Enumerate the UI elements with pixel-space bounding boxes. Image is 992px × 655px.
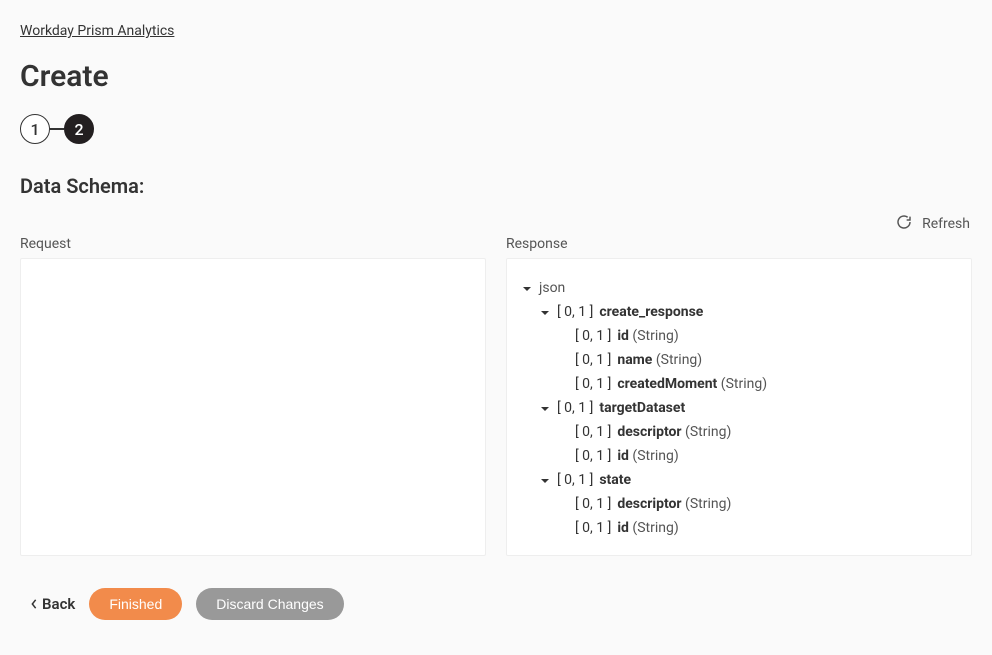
- tree-field-name: create_response: [599, 302, 703, 323]
- tree-field-type: (String): [721, 376, 767, 392]
- response-body[interactable]: json [ 0, 1 ] create_response: [506, 258, 972, 556]
- request-body[interactable]: [20, 258, 486, 556]
- tree-field-type: (String): [632, 520, 678, 536]
- tree-field-type: (String): [685, 424, 731, 440]
- back-button[interactable]: Back: [30, 595, 75, 613]
- tree-leaf[interactable]: [ 0, 1 ] createdMoment (String): [557, 374, 957, 395]
- request-panel: Request: [20, 236, 486, 556]
- stepper: 1 2: [20, 114, 972, 144]
- response-panel: Response json: [506, 236, 972, 556]
- discard-changes-button[interactable]: Discard Changes: [196, 588, 343, 620]
- tree-field-name: descriptor: [617, 424, 681, 440]
- tree-field-name: id: [617, 328, 629, 344]
- tree-leaf[interactable]: [ 0, 1 ] id (String): [557, 446, 957, 467]
- tree-leaf[interactable]: [ 0, 1 ] name (String): [557, 350, 957, 371]
- tree-cardinality: [ 0, 1 ]: [575, 446, 611, 467]
- tree-field-type: (String): [632, 328, 678, 344]
- chevron-down-icon: [539, 308, 551, 318]
- tree-node-target-dataset[interactable]: [ 0, 1 ] targetDataset: [539, 398, 957, 419]
- tree-cardinality: [ 0, 1 ]: [557, 398, 593, 419]
- tree-field-type: (String): [632, 448, 678, 464]
- tree-cardinality: [ 0, 1 ]: [575, 326, 611, 347]
- request-label: Request: [20, 236, 486, 252]
- chevron-left-icon: [30, 595, 38, 613]
- response-label: Response: [506, 236, 972, 252]
- tree-cardinality: [ 0, 1 ]: [575, 494, 611, 515]
- step-connector: [50, 128, 64, 130]
- chevron-down-icon: [521, 284, 533, 294]
- page-title: Create: [20, 59, 972, 94]
- back-label: Back: [42, 595, 75, 613]
- tree-field-type: (String): [685, 496, 731, 512]
- finished-button[interactable]: Finished: [89, 588, 182, 620]
- tree-cardinality: [ 0, 1 ]: [575, 518, 611, 539]
- tree-field-name: descriptor: [617, 496, 681, 512]
- tree-leaf[interactable]: [ 0, 1 ] descriptor (String): [557, 494, 957, 515]
- step-1[interactable]: 1: [20, 114, 50, 144]
- chevron-down-icon: [539, 476, 551, 486]
- tree-field-name: targetDataset: [599, 398, 685, 419]
- tree-root-label: json: [539, 278, 565, 299]
- refresh-button[interactable]: Refresh: [896, 214, 970, 234]
- refresh-icon: [896, 214, 912, 234]
- tree-field-name: createdMoment: [617, 376, 717, 392]
- tree-cardinality: [ 0, 1 ]: [575, 350, 611, 371]
- refresh-label: Refresh: [922, 216, 970, 232]
- tree-leaf[interactable]: [ 0, 1 ] descriptor (String): [557, 422, 957, 443]
- section-title: Data Schema:: [20, 174, 972, 198]
- tree-cardinality: [ 0, 1 ]: [575, 374, 611, 395]
- tree-leaf[interactable]: [ 0, 1 ] id (String): [557, 326, 957, 347]
- tree-field-name: name: [617, 352, 652, 368]
- tree-cardinality: [ 0, 1 ]: [575, 422, 611, 443]
- tree-field-name: id: [617, 448, 629, 464]
- tree-leaf[interactable]: [ 0, 1 ] id (String): [557, 518, 957, 539]
- tree-field-name: id: [617, 520, 629, 536]
- tree-node-json[interactable]: json: [521, 278, 957, 299]
- tree-field-name: state: [599, 470, 631, 491]
- step-2[interactable]: 2: [64, 114, 94, 144]
- breadcrumb[interactable]: Workday Prism Analytics: [20, 23, 174, 39]
- tree-cardinality: [ 0, 1 ]: [557, 470, 593, 491]
- tree-node-create-response[interactable]: [ 0, 1 ] create_response: [539, 302, 957, 323]
- tree-node-state[interactable]: [ 0, 1 ] state: [539, 470, 957, 491]
- tree-field-type: (String): [656, 352, 702, 368]
- chevron-down-icon: [539, 404, 551, 414]
- tree-cardinality: [ 0, 1 ]: [557, 302, 593, 323]
